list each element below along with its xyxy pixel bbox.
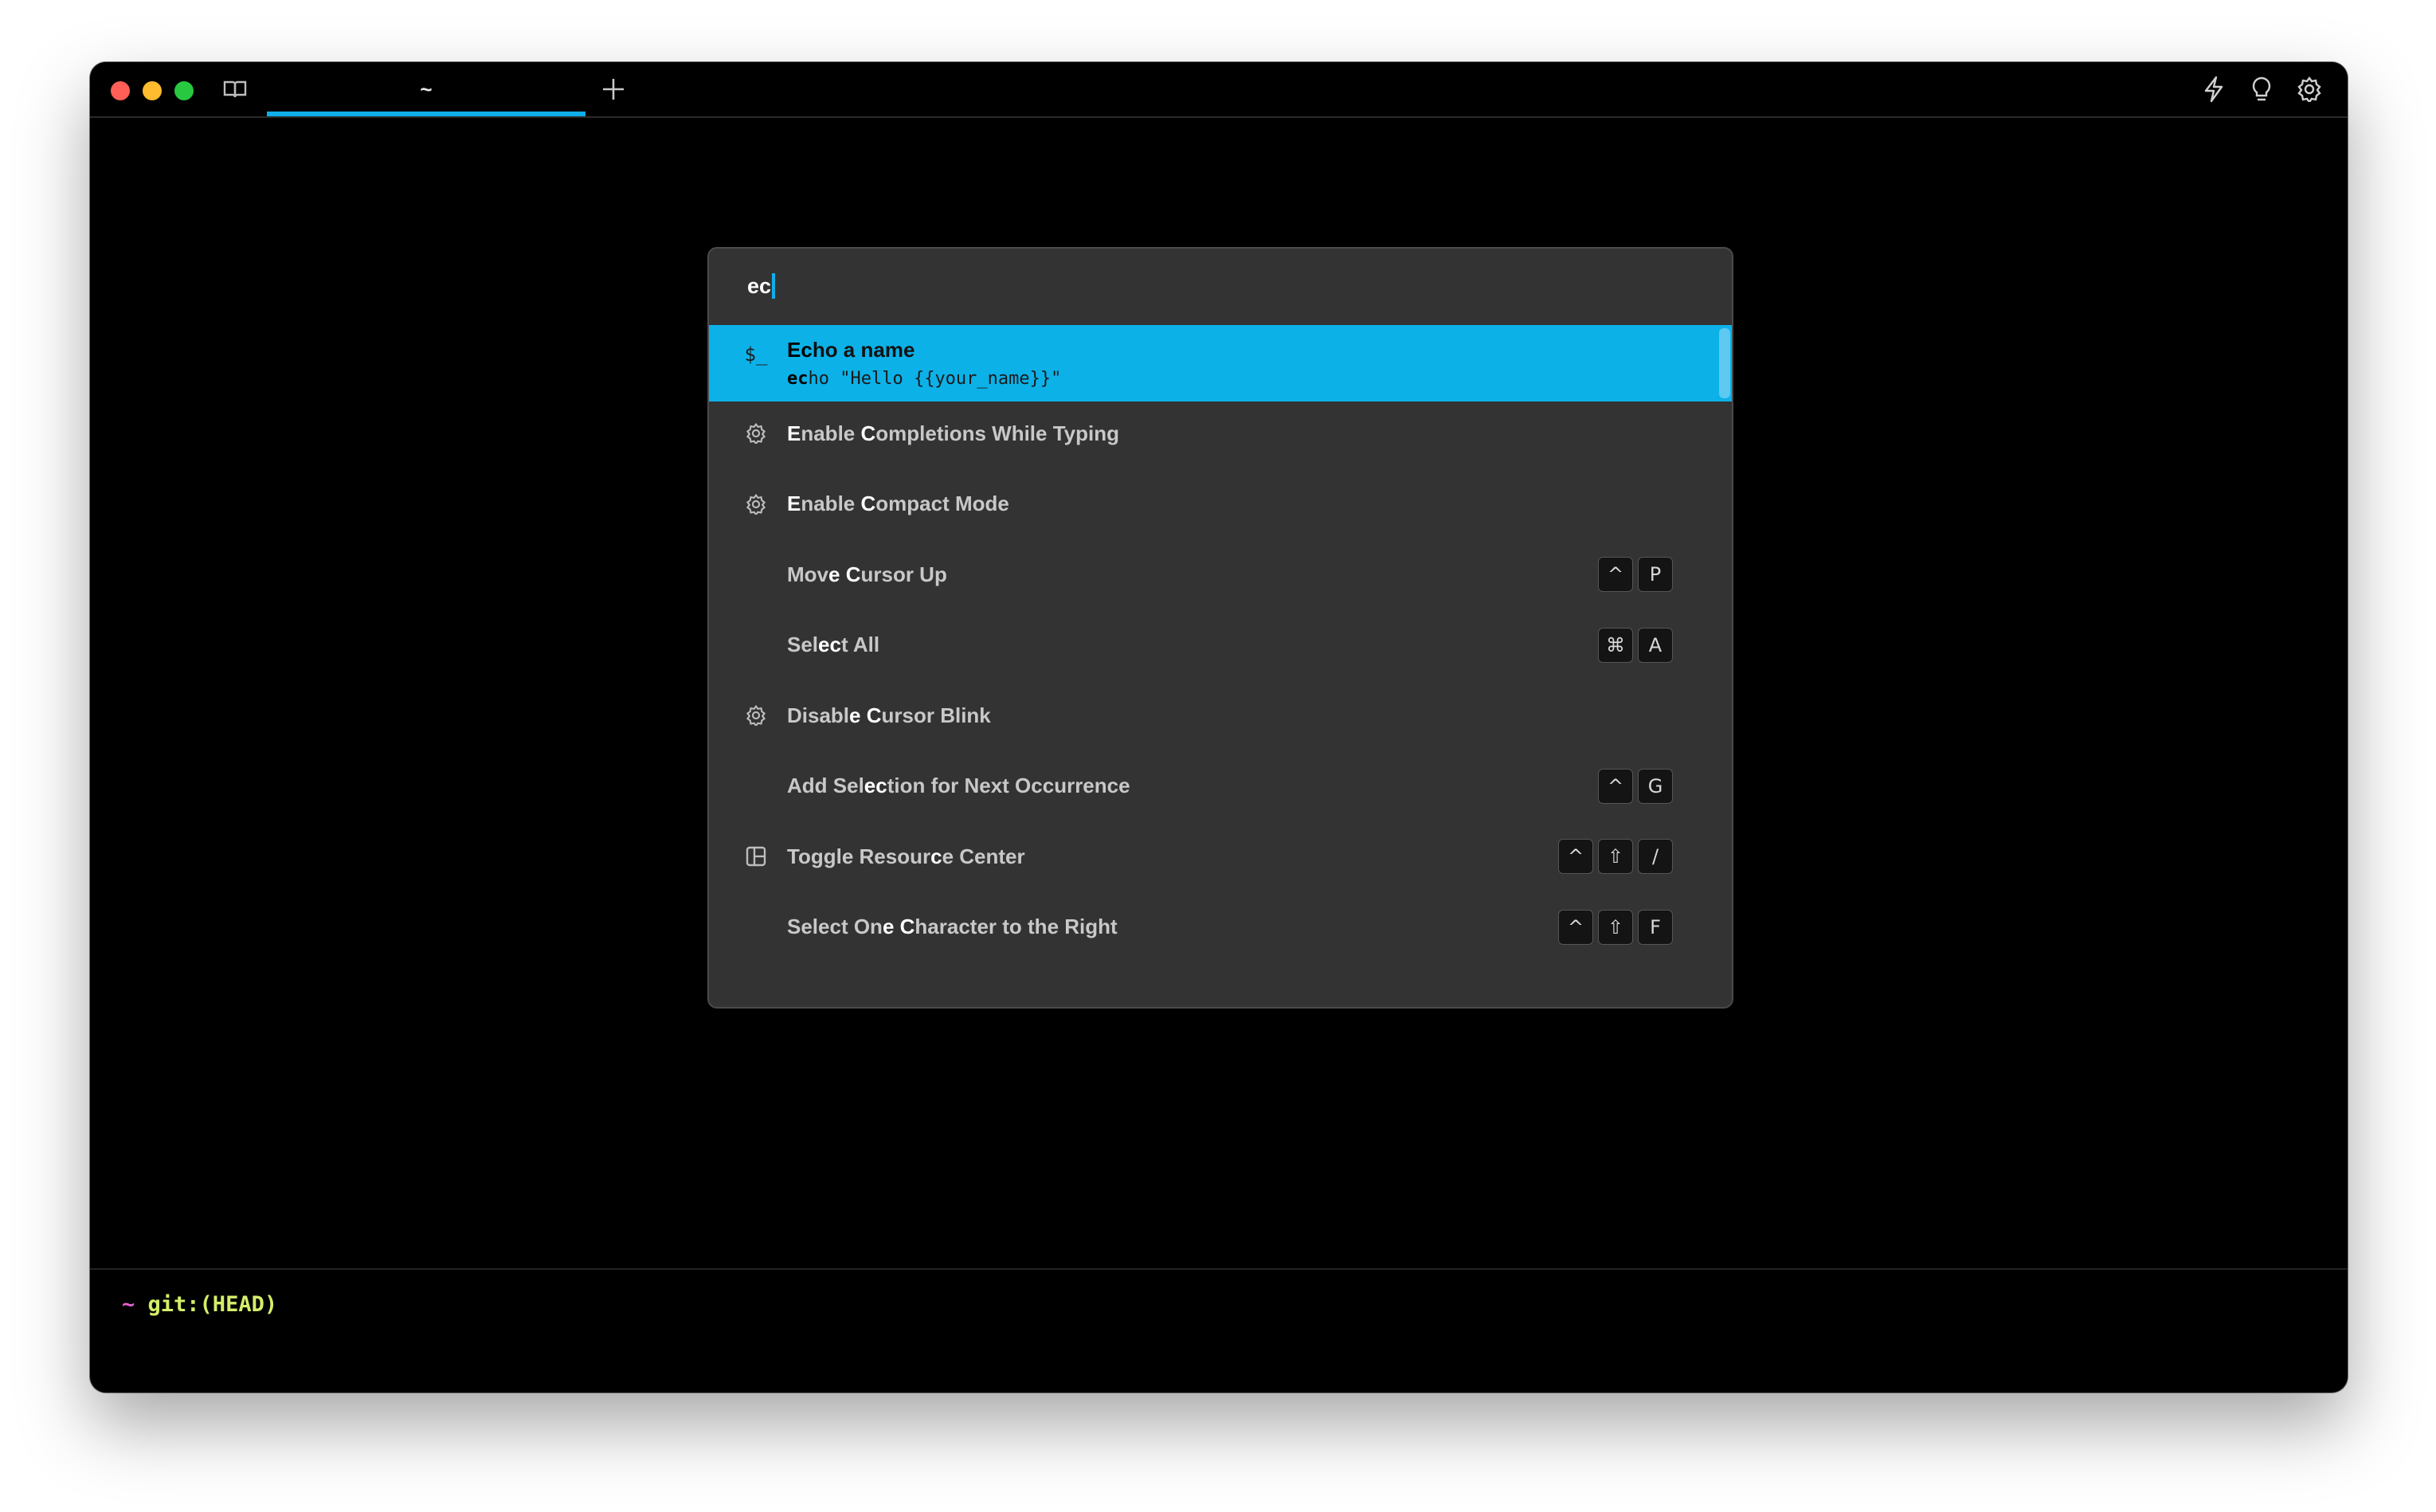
minimize-window-button[interactable] — [143, 81, 162, 100]
shortcut-key: ⇧ — [1598, 909, 1633, 945]
palette-item[interactable]: Select One Character to the Right ^ ⇧ F — [709, 892, 1732, 962]
bolt-icon[interactable] — [2198, 73, 2230, 105]
keyboard-shortcut: ⌘ A — [1598, 627, 1673, 663]
palette-item-title: Enable Completions While Typing — [787, 421, 1119, 445]
shell-prompt[interactable]: ~ git:(HEAD) — [122, 1292, 277, 1317]
terminal-window: ~ ec $_ Echo a name echo "Hello {{your_n… — [90, 62, 2348, 1393]
shortcut-key: G — [1638, 768, 1673, 804]
lightbulb-icon[interactable] — [2246, 73, 2277, 105]
palette-item-labels: Add Selection for Next Occurrence — [787, 774, 1130, 798]
palette-item-title: Add Selection for Next Occurrence — [787, 774, 1130, 797]
palette-item-labels: Select One Character to the Right — [787, 915, 1118, 939]
palette-item-labels: Disable Cursor Blink — [787, 703, 991, 728]
palette-item-title: Disable Cursor Blink — [787, 703, 991, 727]
scrollbar-thumb[interactable] — [1719, 328, 1730, 398]
input-divider — [90, 1268, 2348, 1270]
text-caret — [772, 273, 776, 299]
palette-item[interactable]: Add Selection for Next Occurrence ^ G — [709, 751, 1732, 821]
active-tab-indicator — [267, 112, 586, 116]
prompt-git-branch: git:(HEAD) — [147, 1292, 278, 1317]
palette-results-list[interactable]: $_ Echo a name echo "Hello {{your_name}}" E… — [709, 325, 1732, 991]
palette-item[interactable]: Toggle Resource Center ^ ⇧ / — [709, 821, 1732, 891]
command-palette: ec $_ Echo a name echo "Hello {{your_name}… — [707, 247, 1733, 1009]
prompt-directory: ~ — [122, 1292, 135, 1317]
palette-item-labels: Enable Completions While Typing — [787, 421, 1119, 446]
palette-item-command: echo "Hello {{your_name}}" — [787, 369, 1062, 389]
title-bar: ~ — [90, 62, 2348, 118]
keyboard-shortcut: ^ ⇧ F — [1558, 909, 1673, 945]
shortcut-key: ^ — [1558, 909, 1593, 945]
keyboard-shortcut: ^ G — [1598, 768, 1673, 804]
close-window-button[interactable] — [111, 81, 130, 100]
palette-item[interactable]: Enable Completions While Typing — [709, 398, 1732, 468]
maximize-window-button[interactable] — [174, 81, 194, 100]
shortcut-key: ⌘ — [1598, 627, 1633, 663]
palette-item[interactable]: Select All ⌘ A — [709, 610, 1732, 680]
tab-home[interactable]: ~ — [267, 62, 586, 116]
shortcut-key: ^ — [1558, 839, 1593, 874]
workflow-icon: $_ — [744, 343, 768, 366]
panel-icon — [744, 844, 768, 868]
keyboard-shortcut: ^ P — [1598, 557, 1673, 592]
palette-item-title: Toggle Resource Center — [787, 844, 1025, 868]
gear-icon — [744, 703, 768, 727]
gear-icon — [744, 492, 768, 516]
search-query: ec — [747, 273, 772, 298]
palette-item-labels: Select All — [787, 633, 879, 657]
palette-item-labels: Enable Compact Mode — [787, 492, 1009, 516]
book-icon[interactable] — [221, 75, 249, 104]
shortcut-key: F — [1638, 909, 1673, 945]
palette-item-labels: Move Cursor Up — [787, 562, 947, 587]
palette-item-title: Move Cursor Up — [787, 562, 947, 586]
palette-item-title: Select One Character to the Right — [787, 915, 1118, 938]
palette-item-labels: Echo a name echo "Hello {{your_name}}" — [787, 338, 1061, 389]
palette-item[interactable]: Disable Cursor Blink — [709, 680, 1732, 750]
shortcut-key: / — [1638, 839, 1673, 874]
palette-item-title: Enable Compact Mode — [787, 492, 1009, 515]
shortcut-key: ^ — [1598, 557, 1633, 592]
shortcut-key: A — [1638, 627, 1673, 663]
palette-item-labels: Toggle Resource Center — [787, 844, 1025, 869]
keyboard-shortcut: ^ ⇧ / — [1558, 839, 1673, 874]
tab-label: ~ — [420, 76, 433, 101]
palette-search-input[interactable]: ec — [709, 249, 1732, 323]
shortcut-key: P — [1638, 557, 1673, 592]
shortcut-key: ^ — [1598, 768, 1633, 804]
plus-icon[interactable] — [597, 73, 629, 105]
shortcut-key: ⇧ — [1598, 839, 1633, 874]
palette-item[interactable]: $_ Echo a name echo "Hello {{your_name}}" — [709, 325, 1732, 402]
gear-icon[interactable] — [2293, 73, 2325, 105]
palette-item-title: Select All — [787, 633, 880, 656]
palette-item[interactable]: Move Cursor Up ^ P — [709, 539, 1732, 609]
gear-icon — [744, 421, 768, 445]
palette-item-title: Echo a name — [787, 338, 915, 362]
palette-item[interactable]: Enable Compact Mode — [709, 469, 1732, 539]
